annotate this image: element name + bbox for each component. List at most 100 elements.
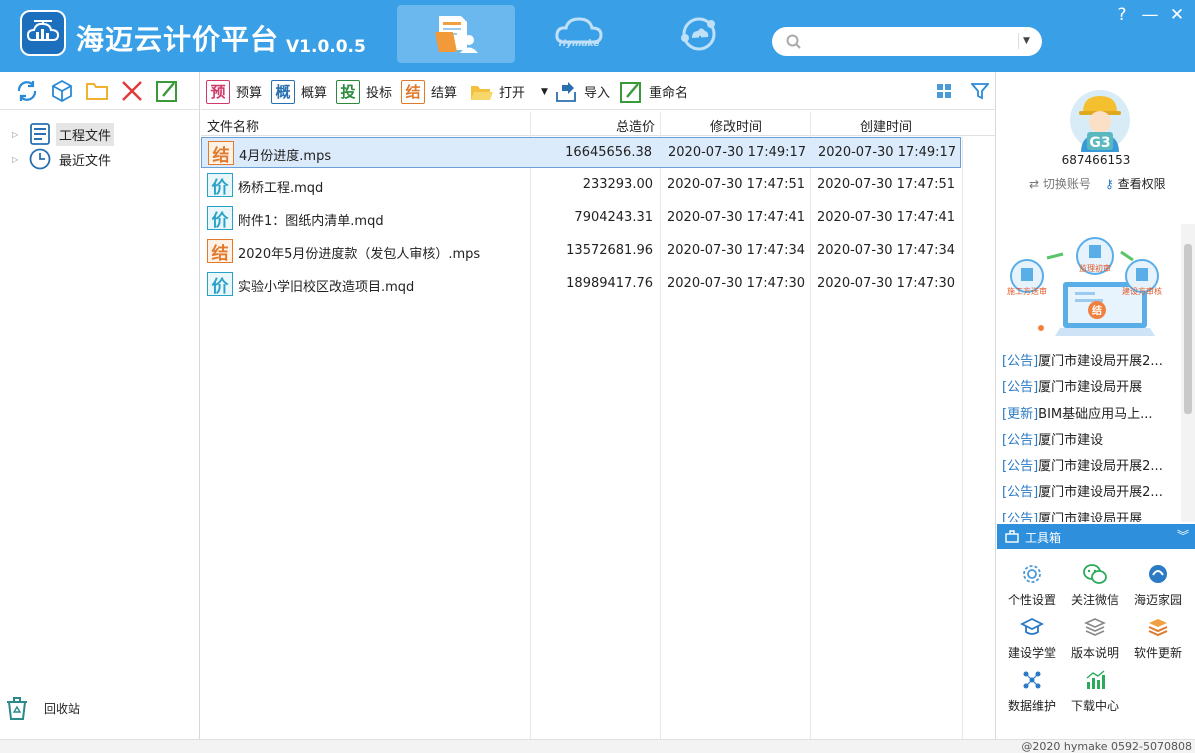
import-button[interactable]: 导入 — [554, 79, 610, 104]
avatar[interactable]: G3 — [1069, 88, 1130, 152]
tool-follow-wechat[interactable]: 关注微信 — [1064, 562, 1126, 612]
gear-icon — [1020, 562, 1044, 586]
tool-label: 数据维护 — [1007, 699, 1056, 713]
grid-view-icon — [937, 84, 951, 98]
open-dropdown-icon[interactable]: ▼ — [541, 87, 548, 97]
budget-button[interactable]: 预 预算 — [206, 79, 262, 104]
right-panel: G3 687466153 ⇄ 切换账号 ⚷ 查看权限 结 施工方送审 监理初审 … — [997, 72, 1195, 739]
delete-button[interactable] — [119, 78, 145, 104]
estimate-button[interactable]: 概 概算 — [271, 79, 327, 104]
tab-cloud-sync[interactable] — [640, 5, 758, 63]
table-row[interactable]: 价附件1：图纸内清单.mqd 7904243.31 2020-07-30 17:47… — [201, 203, 961, 234]
news-item[interactable]: [公告]厦门市建设局开展2... — [1002, 481, 1178, 507]
tab-project-files[interactable] — [397, 5, 515, 63]
workflow-banner[interactable]: 结 施工方送审 监理初审 建设方审核 — [1005, 232, 1180, 342]
table-row[interactable]: 价杨桥工程.mqd 233293.00 2020-07-30 17:47:51 202… — [201, 170, 961, 201]
import-label: 导入 — [584, 86, 611, 101]
view-permissions-button[interactable]: ⚷ 查看权限 — [1105, 175, 1166, 192]
recycle-bin-label: 回收站 — [44, 701, 81, 716]
table-row[interactable]: 价实验小学旧校区改造项目.mqd 18989417.76 2020-07-30 17… — [201, 269, 961, 300]
table-row[interactable]: 结 2020年5月份进度款（发包人审核）.mps 13572681.96 2020-0… — [201, 236, 961, 267]
network-icon — [1020, 668, 1044, 692]
search-dropdown-icon[interactable]: ▼ — [1018, 33, 1034, 49]
news-tag: [公告] — [1002, 511, 1039, 522]
project-file-icon — [28, 122, 52, 146]
tab-hymake[interactable]: Hymake — [520, 5, 638, 63]
news-item[interactable]: [公告]厦门市建设局开展 — [1002, 376, 1178, 402]
settle-button[interactable]: 结 结算 — [401, 79, 457, 104]
created-cell: 2020-07-30 17:47:30 — [817, 276, 956, 291]
tool-construction-academy[interactable]: 建设学堂 — [1001, 615, 1063, 665]
modified-cell: 2020-07-30 17:47:34 — [667, 243, 806, 258]
minimize-button[interactable]: — — [1140, 5, 1160, 25]
news-scrollbar[interactable] — [1181, 224, 1195, 522]
file-name-cell: 实验小学旧校区改造项目.mqd — [238, 280, 415, 295]
news-item[interactable]: [公告]厦门市建设局开展 — [1002, 508, 1178, 522]
hymake-label: Hymake — [559, 39, 600, 49]
cube-icon — [52, 79, 72, 102]
open-button[interactable]: 打开 ▼ — [469, 79, 548, 104]
search-box[interactable]: ▼ — [772, 27, 1042, 56]
open-folder-button[interactable] — [84, 78, 110, 104]
bid-button[interactable]: 投 投标 — [336, 79, 392, 104]
help-button[interactable]: ? — [1112, 5, 1132, 25]
news-item[interactable]: [公告]厦门市建设局开展2... — [1002, 455, 1178, 481]
estimate-label: 概算 — [301, 86, 328, 101]
tool-software-update[interactable]: 软件更新 — [1127, 615, 1189, 665]
document-user-icon — [435, 16, 478, 53]
news-tag: [公告] — [1002, 354, 1039, 369]
cost-cell: 13572681.96 — [566, 243, 653, 258]
expand-arrow-icon[interactable]: ▷ — [12, 155, 22, 164]
clock-icon — [28, 147, 52, 171]
news-item[interactable]: [更新]BIM基础应用马上... — [1002, 403, 1178, 429]
search-input[interactable] — [808, 32, 1014, 51]
switch-account-label: 切换账号 — [1042, 177, 1091, 191]
refresh-button[interactable] — [14, 78, 40, 104]
tool-label: 下载中心 — [1070, 699, 1119, 713]
edit-icon — [156, 80, 177, 102]
tool-version-notes[interactable]: 版本说明 — [1064, 615, 1126, 665]
tool-download-center[interactable]: 下载中心 — [1064, 668, 1126, 718]
news-item[interactable]: [公告]厦门市建设 — [1002, 429, 1178, 455]
modified-cell: 2020-07-30 17:47:30 — [667, 276, 806, 291]
table-header: 文件名称 总造价 修改时间 创建时间 — [201, 112, 996, 136]
tool-label: 版本说明 — [1070, 646, 1119, 660]
new-project-button[interactable] — [49, 78, 75, 104]
edit-button[interactable] — [154, 78, 180, 104]
filter-button[interactable] — [970, 81, 990, 101]
switch-account-button[interactable]: ⇄ 切换账号 — [1029, 175, 1091, 192]
filter-icon — [971, 83, 989, 100]
news-item[interactable]: [公告]厦门市建设局开展2... — [1002, 350, 1178, 376]
news-tag: [公告] — [1002, 459, 1039, 475]
tool-hymake-home[interactable]: 海迈家园 — [1127, 562, 1189, 612]
recycle-bin[interactable]: 回收站 — [4, 695, 80, 721]
folder-icon — [86, 82, 108, 100]
col-header-cost[interactable]: 总造价 — [616, 116, 655, 135]
empty-scroll-area — [962, 137, 995, 739]
tree-item-project-files[interactable]: ▷ 工程文件 — [12, 122, 115, 146]
scroll-thumb[interactable] — [1184, 244, 1192, 414]
rename-label: 重命名 — [649, 86, 689, 101]
col-header-created[interactable]: 创建时间 — [860, 116, 912, 135]
tool-label: 建设学堂 — [1007, 646, 1056, 660]
step-contractor-label: 施工方送审 — [1007, 286, 1047, 296]
tool-label: 海迈家园 — [1133, 593, 1182, 607]
news-text: 厦门市建设 — [1038, 432, 1104, 448]
col-header-modified[interactable]: 修改时间 — [710, 116, 762, 135]
news-text: BIM基础应用马上... — [1038, 406, 1153, 422]
tool-personal-settings[interactable]: 个性设置 — [1001, 562, 1063, 612]
close-button[interactable]: ✕ — [1167, 5, 1187, 25]
tree-item-recent-files[interactable]: ▷ 最近文件 — [12, 147, 114, 171]
col-header-name[interactable]: 文件名称 — [207, 116, 259, 135]
grid-view-button[interactable] — [934, 81, 954, 101]
rename-button[interactable]: 重命名 — [619, 79, 688, 104]
expand-arrow-icon[interactable]: ▷ — [12, 130, 22, 139]
table-row[interactable]: 结 4月份进度.mps 16645656.38 2020-07-30 17:49:17… — [201, 137, 961, 168]
tool-data-maintenance[interactable]: 数据维护 — [1001, 668, 1063, 718]
toolbox-header[interactable]: 工具箱 ︾ — [997, 524, 1195, 549]
collapse-icon[interactable]: ︾ — [1177, 527, 1189, 544]
level-badge: G3 — [1089, 135, 1110, 151]
pricing-file-icon: 价 — [207, 272, 233, 297]
news-tag: [公告] — [1002, 485, 1039, 501]
news-tag: [公告] — [1002, 380, 1039, 396]
